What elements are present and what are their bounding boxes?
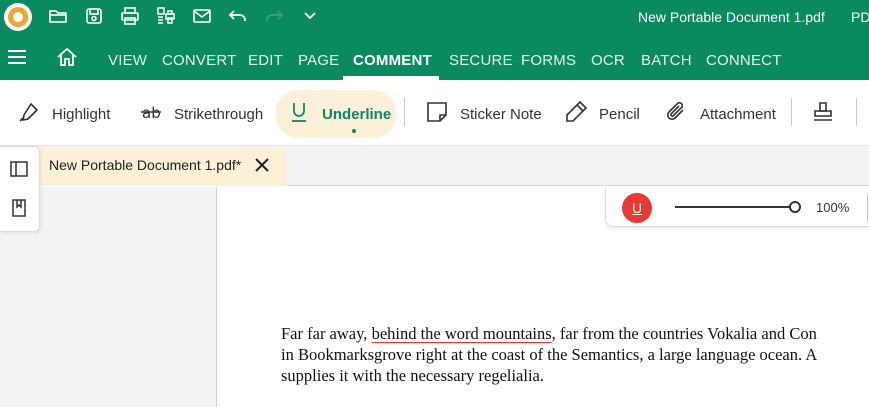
stamp-icon: [810, 99, 836, 130]
sticker-note-label: Sticker Note: [460, 105, 542, 123]
document-tab-label: New Portable Document 1.pdf*: [49, 157, 242, 173]
attachment-label: Attachment: [700, 105, 776, 123]
panel-toggle-icon[interactable]: [9, 159, 29, 179]
toolbar-separator: [867, 195, 868, 221]
menu-page[interactable]: PAGE: [298, 52, 339, 69]
undo-icon[interactable]: [226, 4, 250, 28]
highlight-button[interactable]: Highlight: [16, 94, 110, 134]
attachment-button[interactable]: Attachment: [664, 94, 776, 134]
sticker-note-button[interactable]: Sticker Note: [424, 94, 542, 134]
menu-ocr[interactable]: OCR: [591, 52, 625, 69]
ribbon-separator: [791, 98, 792, 126]
underline-annotation[interactable]: behind the word mountains: [372, 324, 552, 343]
text-line-2: in Bookmarksgrove right at the coast of …: [281, 345, 818, 364]
stamp-button[interactable]: [810, 94, 836, 134]
mail-icon[interactable]: [190, 4, 214, 28]
svg-text:ab: ab: [142, 104, 161, 122]
menu-comment[interactable]: COMMENT: [353, 52, 432, 69]
underline-button[interactable]: Underline: [286, 94, 391, 134]
ribbon-separator: [404, 98, 405, 126]
close-tab-icon[interactable]: [252, 155, 272, 175]
bookmark-icon[interactable]: [9, 198, 29, 218]
paperclip-icon: [664, 99, 690, 130]
document-text[interactable]: Far far away, behind the word mountains,…: [281, 323, 817, 386]
menu-secure[interactable]: SECURE: [449, 52, 513, 69]
ribbon-separator: [856, 98, 857, 126]
strikethrough-icon: ab: [138, 99, 164, 130]
text-line-1: Far far away, behind the word mountains,…: [281, 324, 817, 343]
menu-bar: VIEW CONVERT EDIT PAGE COMMENT SECURE FO…: [0, 33, 869, 80]
pencil-label: Pencil: [599, 105, 640, 123]
strikethrough-label: Strikethrough: [174, 105, 264, 123]
text-line-3: supplies it with the necessary regeliali…: [281, 366, 545, 385]
redo-icon[interactable]: [262, 4, 286, 28]
opacity-slider[interactable]: [675, 206, 795, 208]
highlighter-icon: [16, 99, 42, 130]
app-logo[interactable]: [4, 3, 32, 31]
menu-connect[interactable]: CONNECT: [706, 52, 782, 69]
menu-batch[interactable]: BATCH: [641, 52, 692, 69]
highlight-label: Highlight: [52, 105, 111, 123]
open-folder-icon[interactable]: [46, 4, 70, 28]
menu-view[interactable]: VIEW: [108, 52, 147, 69]
pencil-icon: [563, 99, 589, 130]
menu-convert[interactable]: CONVERT: [162, 52, 236, 69]
strikethrough-button[interactable]: ab Strikethrough: [138, 94, 263, 134]
side-panel: [0, 146, 40, 232]
menu-forms[interactable]: FORMS: [521, 52, 576, 69]
batch-print-icon[interactable]: [154, 4, 178, 28]
underline-icon: [286, 99, 312, 130]
opacity-slider-thumb[interactable]: [789, 201, 801, 213]
save-icon[interactable]: [82, 4, 106, 28]
underline-color-glyph: U: [631, 200, 643, 216]
chevron-down-icon[interactable]: [298, 4, 322, 28]
print-icon[interactable]: [118, 4, 142, 28]
document-title: New Portable Document 1.pdf: [638, 9, 825, 25]
menu-edit[interactable]: EDIT: [248, 52, 283, 69]
app-name: PD: [851, 9, 869, 25]
home-icon[interactable]: [56, 47, 78, 67]
hamburger-menu-icon[interactable]: [8, 50, 28, 64]
underline-color-button[interactable]: U: [622, 193, 652, 223]
underline-label: Underline: [322, 105, 392, 123]
pencil-button[interactable]: Pencil: [563, 94, 640, 134]
title-bar: New Portable Document 1.pdf PD: [0, 0, 869, 33]
opacity-value: 100%: [816, 200, 850, 215]
sticky-note-icon: [424, 99, 450, 130]
